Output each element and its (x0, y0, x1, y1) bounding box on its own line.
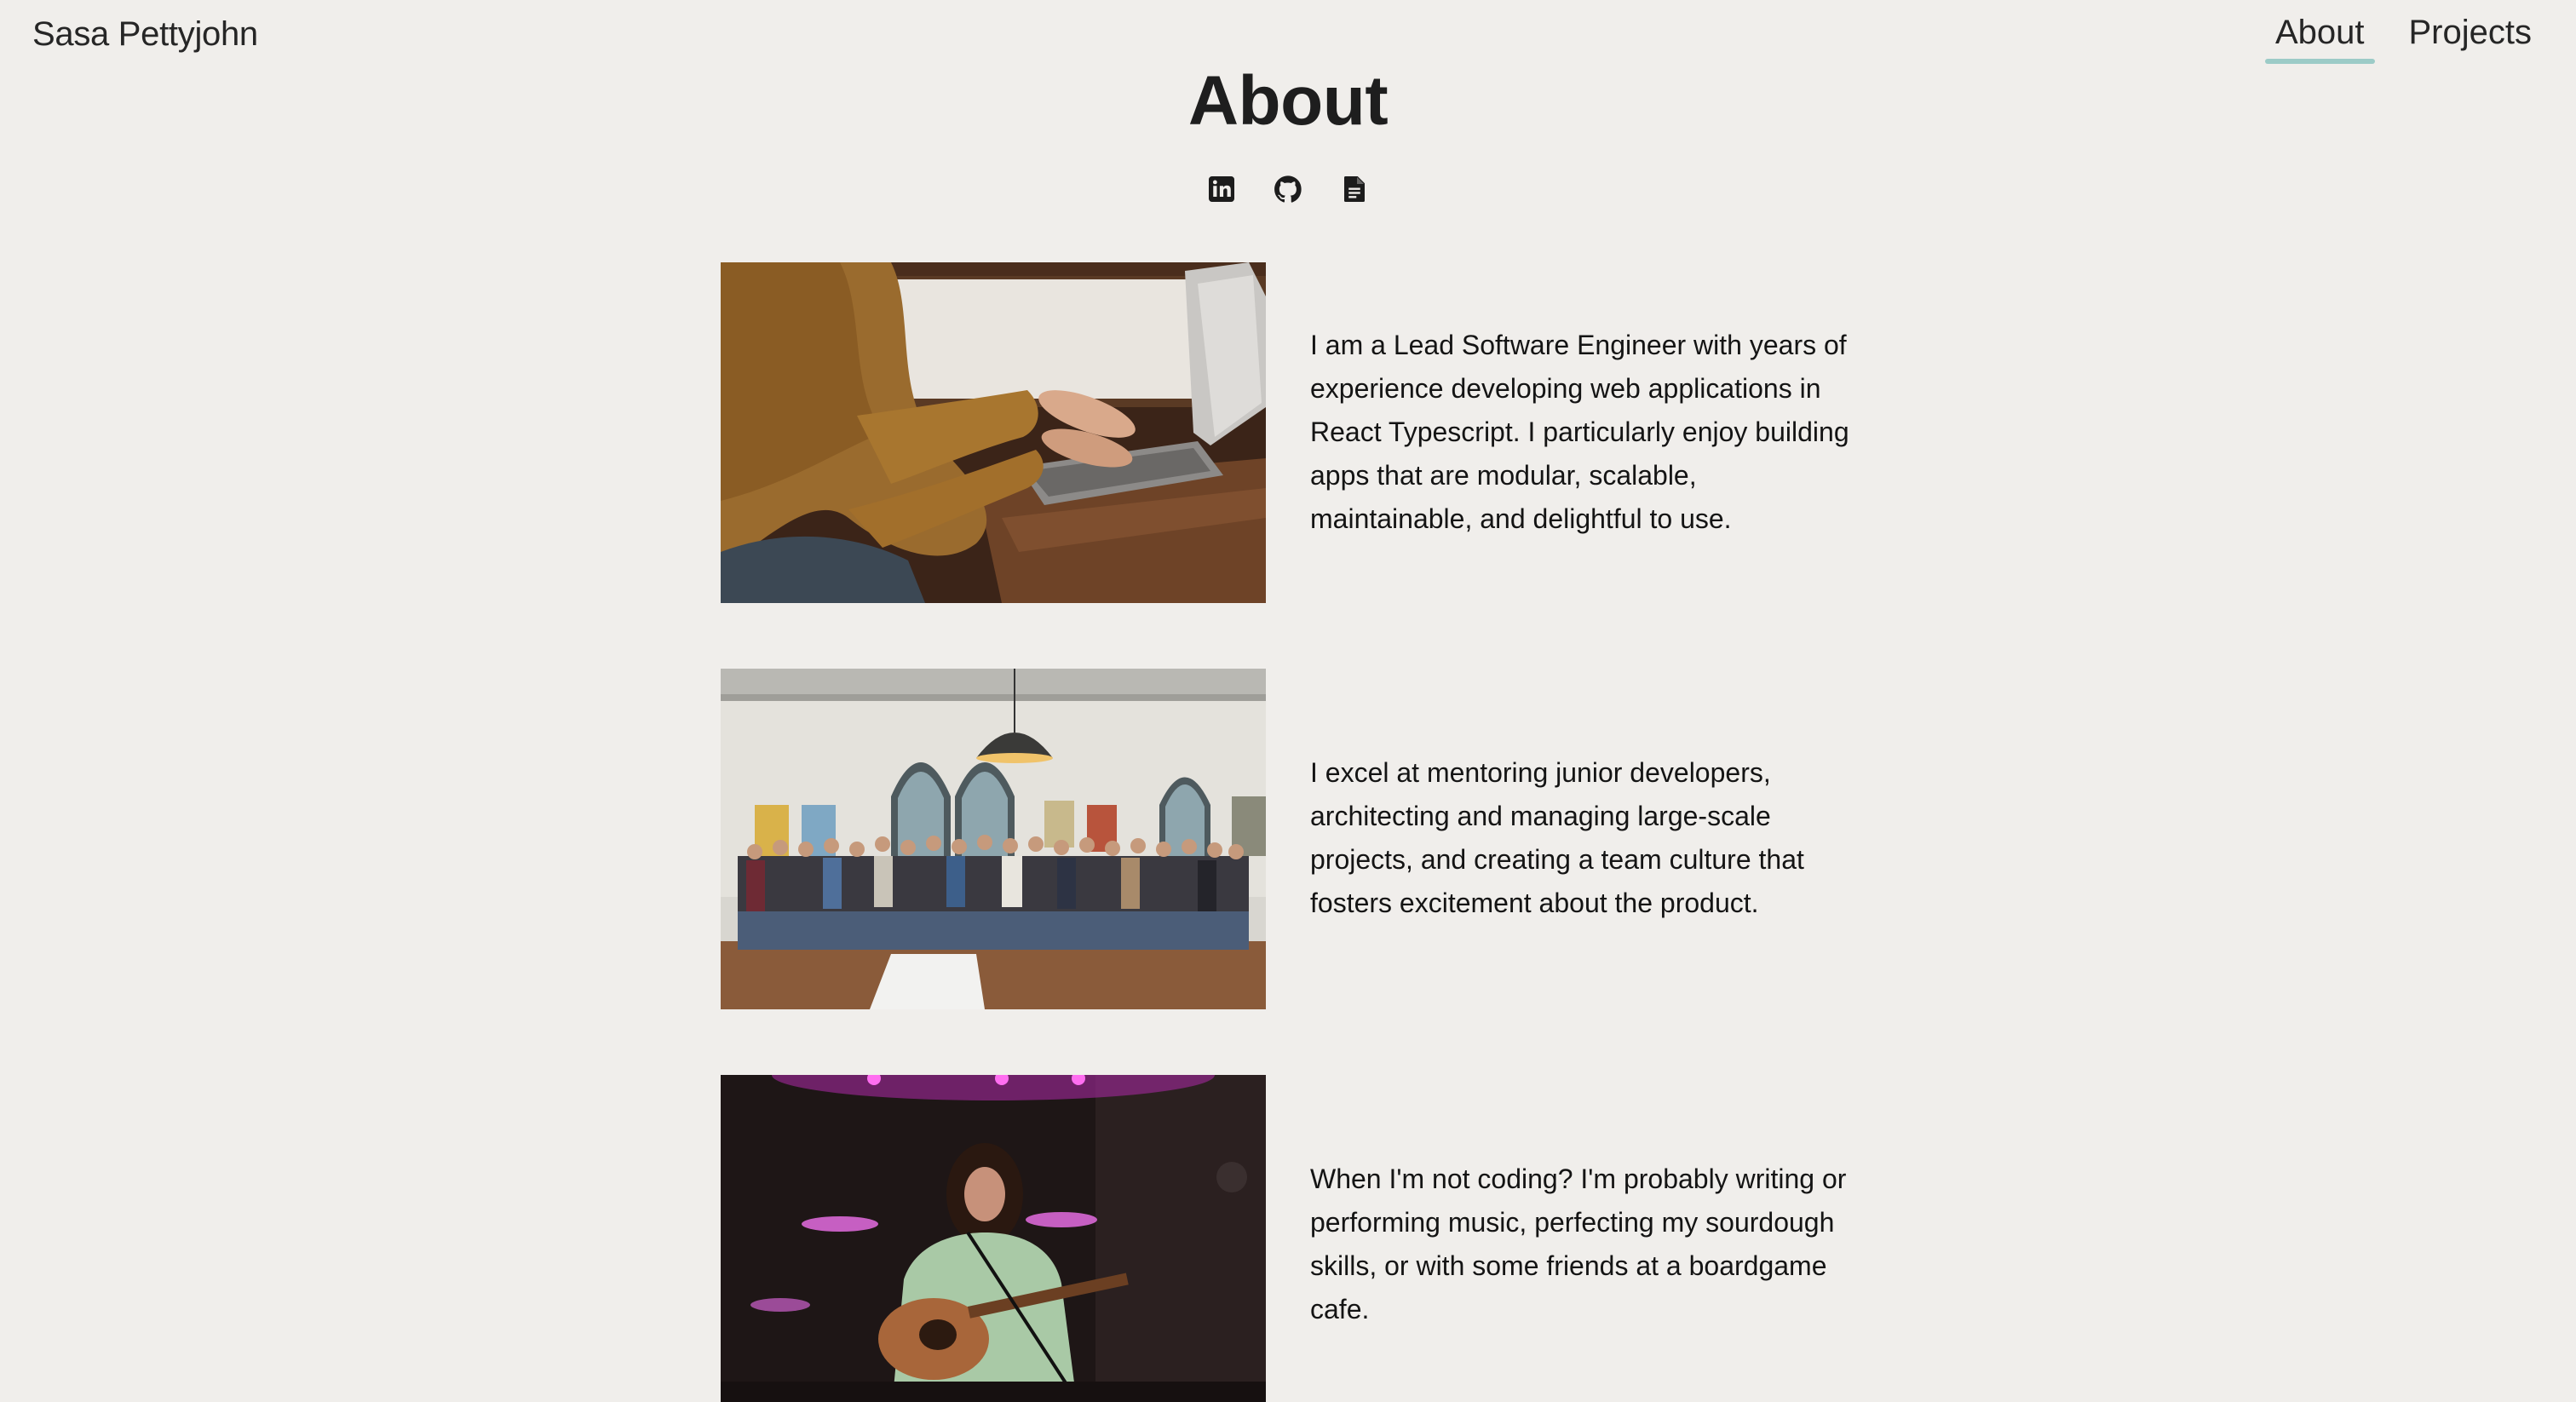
resume-document-icon[interactable] (1339, 174, 1370, 204)
site-name[interactable]: Sasa Pettyjohn (32, 15, 258, 54)
page-title: About (1187, 62, 1389, 140)
leadership-paragraph: I excel at mentoring junior developers, … (1310, 757, 1804, 918)
team-group-photo (721, 669, 1266, 1009)
hobbies-paragraph: When I'm not coding? I'm probably writin… (1310, 1164, 1847, 1324)
nav-about[interactable]: About (2265, 14, 2374, 64)
github-icon[interactable] (1273, 174, 1303, 204)
main-nav: About Projects (2265, 14, 2533, 64)
about-section-leadership: I excel at mentoring junior developers, … (721, 669, 1871, 1009)
social-links (0, 174, 2576, 204)
about-section-hobbies: When I'm not coding? I'm probably writin… (721, 1075, 1871, 1402)
page: Sasa Pettyjohn About Projects About I am… (0, 0, 2576, 1402)
linkedin-icon[interactable] (1206, 174, 1237, 204)
career-paragraph: I am a Lead Software Engineer with years… (1310, 330, 1849, 534)
nav-projects[interactable]: Projects (2409, 14, 2533, 64)
music-performance-photo (721, 1075, 1266, 1402)
laptop-typing-photo (721, 262, 1266, 603)
about-section-career: I am a Lead Software Engineer with years… (721, 262, 1871, 603)
